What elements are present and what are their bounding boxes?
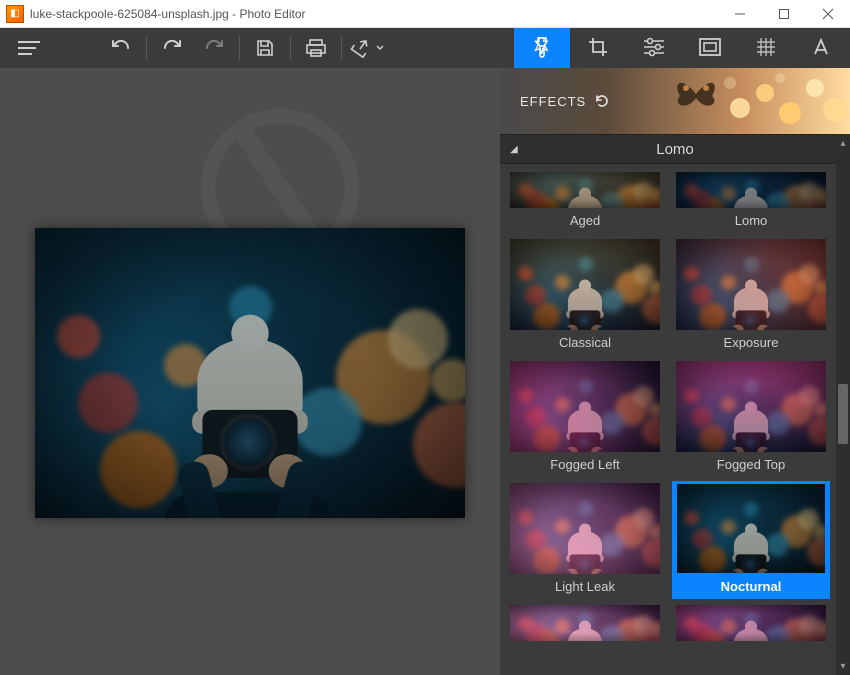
effect-preview[interactable]	[506, 603, 664, 643]
main-photo[interactable]	[35, 228, 465, 518]
maximize-button[interactable]	[762, 0, 806, 28]
redo-button[interactable]	[193, 28, 235, 68]
effect-light-leak[interactable]: Light Leak	[506, 481, 664, 599]
effects-category-header[interactable]: ◢ Lomo	[500, 134, 850, 164]
save-button[interactable]	[244, 28, 286, 68]
effect-label: Lomo	[735, 210, 768, 233]
effects-banner: EFFECTS	[500, 68, 850, 134]
effects-panel: EFFECTS ◢ Lomo AgedLom	[500, 68, 850, 675]
effect-label: Fogged Top	[717, 454, 785, 477]
tab-crop[interactable]	[570, 28, 626, 68]
collapse-icon: ◢	[510, 144, 518, 155]
app-icon: ◧	[6, 5, 24, 23]
separator	[146, 36, 147, 60]
category-label: Lomo	[656, 141, 694, 158]
window-title: luke-stackpoole-625084-unsplash.jpg - Ph…	[30, 7, 718, 21]
print-button[interactable]	[295, 28, 337, 68]
minimize-button[interactable]	[718, 0, 762, 28]
effects-reset-icon[interactable]	[594, 94, 610, 108]
tab-texture[interactable]	[738, 28, 794, 68]
separator	[341, 36, 342, 60]
tab-frame[interactable]	[682, 28, 738, 68]
scroll-thumb[interactable]	[838, 384, 848, 444]
share-button[interactable]	[346, 28, 388, 68]
tab-adjust[interactable]	[626, 28, 682, 68]
effect-fogged-left[interactable]: Fogged Left	[506, 359, 664, 477]
effect-exposure[interactable]: Exposure	[672, 237, 830, 355]
effect-aged[interactable]: Aged	[506, 170, 664, 233]
separator	[290, 36, 291, 60]
effects-label: EFFECTS	[520, 94, 586, 109]
titlebar: ◧ luke-stackpoole-625084-unsplash.jpg - …	[0, 0, 850, 28]
effect-label: Aged	[570, 210, 600, 233]
scroll-up-icon[interactable]: ▴	[836, 134, 850, 152]
flowers-decoration	[710, 68, 850, 134]
canvas-area[interactable]	[0, 68, 500, 675]
effect-label: Classical	[559, 332, 611, 355]
effect-label: Nocturnal	[672, 576, 830, 599]
effect-label: Exposure	[724, 332, 779, 355]
redo-step-button[interactable]	[151, 28, 193, 68]
main-toolbar	[0, 28, 850, 68]
effect-label: Light Leak	[555, 576, 615, 599]
scroll-down-icon[interactable]: ▾	[836, 657, 850, 675]
tab-effects[interactable]	[514, 28, 570, 68]
tool-tabs	[514, 28, 850, 68]
effects-scrollbar[interactable]: ▴ ▾	[836, 134, 850, 675]
effect-lomo[interactable]: Lomo	[672, 170, 830, 233]
effect-fogged-top[interactable]: Fogged Top	[672, 359, 830, 477]
effect-label: Fogged Left	[550, 454, 619, 477]
window-controls	[718, 0, 850, 28]
tab-text[interactable]	[794, 28, 850, 68]
close-button[interactable]	[806, 0, 850, 28]
menu-button[interactable]	[8, 28, 50, 68]
separator	[239, 36, 240, 60]
effect-classical[interactable]: Classical	[506, 237, 664, 355]
effect-nocturnal[interactable]: Nocturnal	[672, 481, 830, 599]
undo-button[interactable]	[100, 28, 142, 68]
effect-preview[interactable]	[672, 603, 830, 643]
effects-grid: Aged Lomo Classical Exposure Fogged Left Fogg…	[500, 164, 850, 675]
